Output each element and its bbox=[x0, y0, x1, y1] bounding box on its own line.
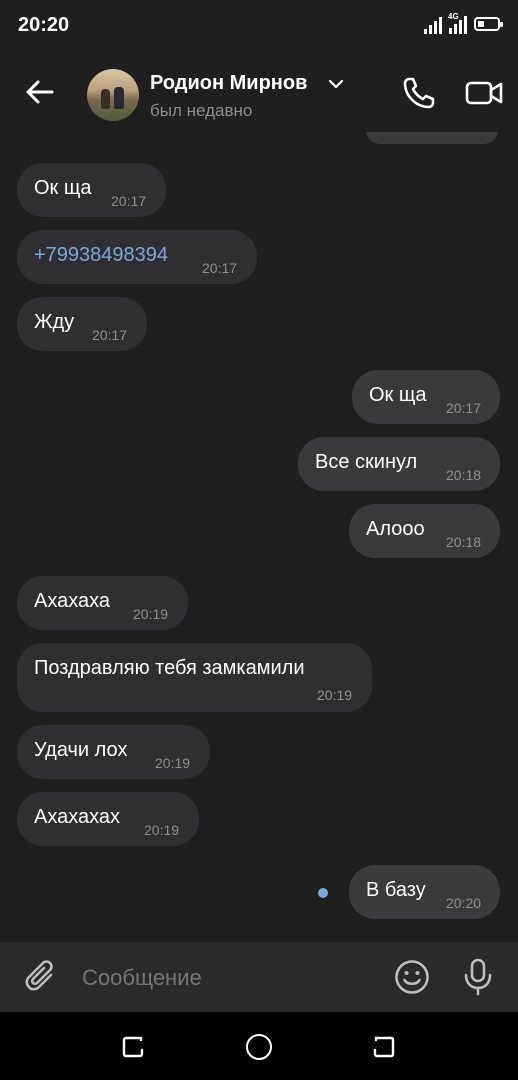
message-bubble-incoming[interactable]: Ок ща 20:17 bbox=[17, 163, 166, 217]
message-time: 20:19 bbox=[133, 606, 169, 622]
message-bubble-incoming[interactable]: Ахахахах 20:19 bbox=[17, 792, 199, 846]
nav-back-icon[interactable] bbox=[372, 1035, 396, 1059]
signal-4g-icon bbox=[449, 16, 467, 34]
message-bubble-outgoing[interactable]: Все скинул 20:18 bbox=[298, 437, 500, 491]
status-time: 20:20 bbox=[18, 14, 70, 36]
message-bubble-incoming[interactable]: +79938498394 20:17 bbox=[17, 230, 257, 284]
message-time: 20:17 bbox=[92, 327, 128, 343]
status-bar: 20:20 4G bbox=[0, 0, 518, 52]
unread-indicator bbox=[318, 888, 328, 898]
message-bubble-incoming[interactable]: Поздравляю тебя замкамили 20:19 bbox=[17, 643, 372, 712]
back-arrow-icon[interactable] bbox=[22, 74, 58, 110]
phone-link[interactable]: +79938498394 bbox=[34, 244, 168, 267]
message-time: 20:19 bbox=[155, 755, 191, 771]
phone-icon[interactable] bbox=[400, 74, 438, 112]
nav-home-icon[interactable] bbox=[246, 1034, 272, 1060]
paperclip-icon[interactable] bbox=[24, 958, 58, 996]
video-camera-icon[interactable] bbox=[464, 74, 504, 112]
message-time: 20:17 bbox=[446, 400, 482, 416]
message-bubble-incoming[interactable]: Удачи лох 20:19 bbox=[17, 725, 210, 779]
message-time: 20:17 bbox=[202, 260, 238, 276]
avatar[interactable] bbox=[87, 69, 139, 121]
nav-recent-icon[interactable] bbox=[121, 1035, 145, 1059]
system-nav-bar bbox=[0, 1012, 518, 1080]
signal-icon bbox=[424, 17, 442, 34]
message-bubble-incoming[interactable]: Ахахаха 20:19 bbox=[17, 576, 188, 630]
message-list[interactable]: Ок ща 20:17 +79938498394 20:17 Жду 20:17… bbox=[0, 132, 518, 942]
message-bubble-outgoing[interactable]: Ок ща 20:17 bbox=[352, 370, 500, 424]
partial-message-bubble bbox=[366, 132, 498, 144]
message-composer bbox=[0, 942, 518, 1012]
chevron-down-icon[interactable] bbox=[328, 78, 344, 90]
message-time: 20:18 bbox=[446, 534, 482, 550]
message-input[interactable] bbox=[82, 964, 372, 992]
message-time: 20:19 bbox=[144, 822, 180, 838]
message-time: 20:19 bbox=[317, 687, 353, 703]
message-bubble-outgoing[interactable]: Алооо 20:18 bbox=[349, 504, 500, 558]
message-bubble-incoming[interactable]: Жду 20:17 bbox=[17, 297, 147, 351]
message-time: 20:18 bbox=[446, 467, 482, 483]
contact-status: был недавно bbox=[150, 101, 253, 120]
battery-icon bbox=[474, 17, 503, 31]
microphone-icon[interactable] bbox=[462, 957, 494, 997]
contact-name[interactable]: Родион Мирнов bbox=[150, 72, 307, 95]
message-time: 20:17 bbox=[111, 193, 147, 209]
chat-header: Родион Мирнов был недавно bbox=[0, 52, 518, 132]
emoji-icon[interactable] bbox=[393, 958, 431, 996]
message-bubble-outgoing[interactable]: В базу 20:20 bbox=[349, 865, 500, 919]
message-time: 20:20 bbox=[446, 895, 482, 911]
